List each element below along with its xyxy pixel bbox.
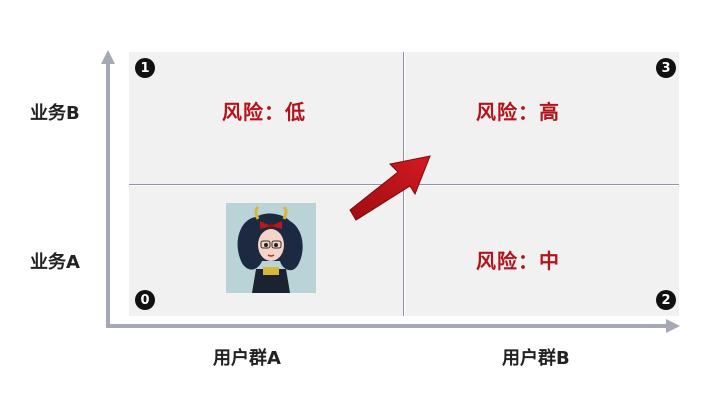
badge-3: 3 [656, 58, 676, 78]
x-axis-arrowhead [666, 319, 680, 333]
risk-label-medium: 风险：中 [476, 249, 560, 273]
badge-0: 0 [135, 290, 155, 310]
avatar-illustration [226, 203, 316, 293]
risk-label-high: 风险：高 [476, 100, 560, 124]
badge-2: 2 [656, 290, 676, 310]
growth-arrow [349, 155, 431, 221]
x-label-user-group-b: 用户群B [502, 348, 570, 369]
badge-1: 1 [135, 58, 155, 78]
x-label-user-group-a: 用户群A [213, 348, 281, 369]
y-label-business-a: 业务A [30, 252, 80, 273]
risk-label-low: 风险：低 [222, 100, 306, 124]
y-axis-arrowhead [101, 50, 115, 64]
y-label-business-b: 业务B [30, 103, 80, 124]
